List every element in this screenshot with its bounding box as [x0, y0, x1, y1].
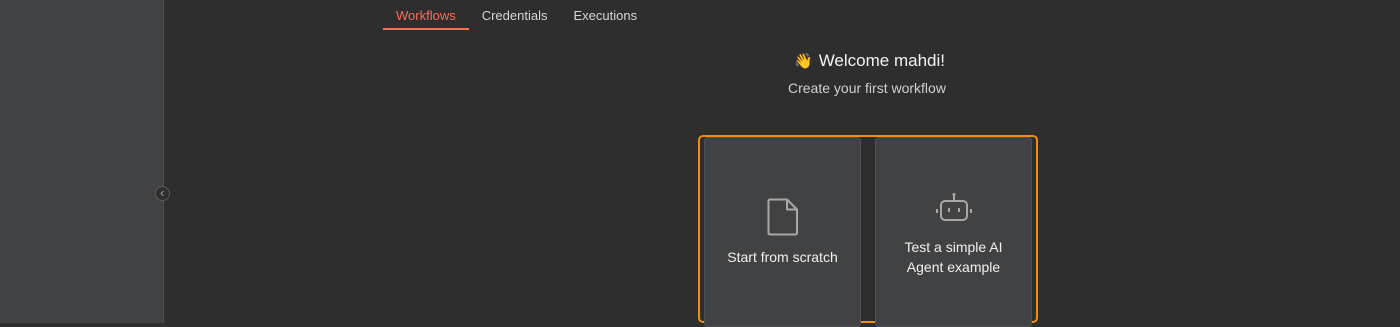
- waving-hand-icon: 👋: [794, 52, 813, 70]
- file-icon: [767, 198, 798, 236]
- tab-workflows[interactable]: Workflows: [383, 0, 469, 30]
- start-from-scratch-label: Start from scratch: [727, 249, 838, 265]
- chevron-left-icon: [160, 190, 164, 197]
- welcome-title: Welcome mahdi!: [818, 51, 945, 70]
- tab-executions[interactable]: Executions: [560, 0, 650, 29]
- sidebar: [0, 0, 164, 323]
- ai-agent-example-card[interactable]: Test a simple AI Agent example: [875, 137, 1032, 327]
- ai-agent-example-label-line2: Agent example: [906, 259, 1001, 275]
- ai-agent-example-label-line1: Test a simple AI: [904, 239, 1003, 255]
- start-from-scratch-card[interactable]: Start from scratch: [704, 137, 861, 327]
- robot-icon: [935, 193, 972, 221]
- tab-credentials[interactable]: Credentials: [469, 0, 561, 29]
- welcome-heading: 👋 Welcome mahdi!: [794, 51, 945, 71]
- sidebar-collapse-button[interactable]: [155, 186, 170, 201]
- welcome-subtitle: Create your first workflow: [788, 80, 946, 96]
- tab-bar: Workflows Credentials Executions: [383, 0, 650, 30]
